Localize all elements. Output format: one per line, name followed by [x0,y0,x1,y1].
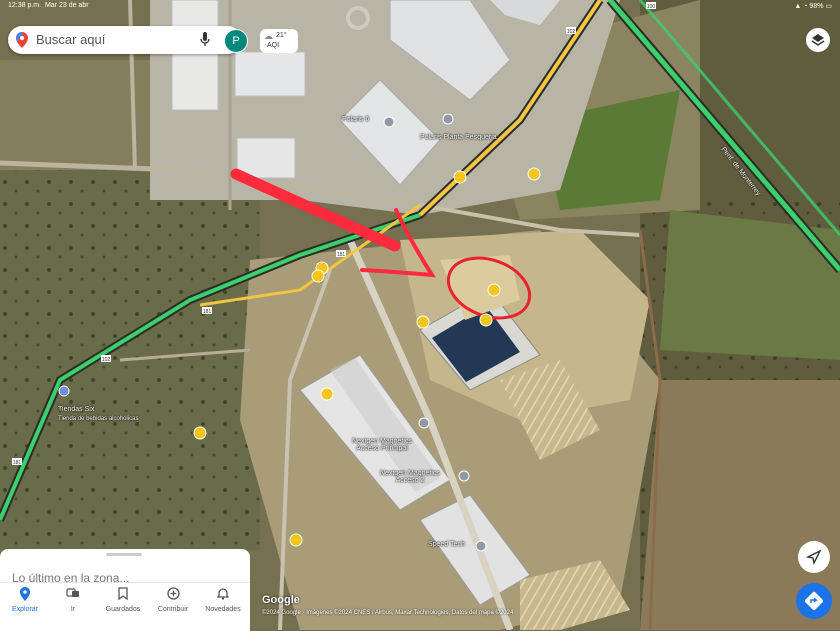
avatar[interactable]: P [224,29,248,53]
search-input[interactable]: Buscar aquí [36,32,105,47]
bookmark-icon [98,587,148,603]
cloud-icon: ☁ [264,31,273,41]
road-shield: 181 [337,252,346,258]
commute-icon [48,587,98,603]
map-label-speedtech[interactable]: Speed Tech [428,541,465,548]
sheet-handle[interactable] [106,553,142,556]
road-shield: 102 [567,29,576,35]
directions-icon [804,591,824,611]
map-label-nextgen-2[interactable]: Nextgen Magnetics Acceso 2 [380,470,440,484]
google-logo: Google [262,594,300,606]
my-location-button[interactable] [798,541,830,573]
nav-label: Explorar [11,606,39,613]
map-label-polaris6[interactable]: Polaris 6 [342,116,369,123]
nav-label: Ir [70,606,76,613]
navigation-arrow-icon [805,549,822,566]
road-shield: 181 [203,309,212,315]
nav-guardados[interactable]: Guardados [98,587,148,613]
directions-button[interactable] [796,583,832,619]
weather-aqi: AQI [267,42,280,49]
road-shield: 181 [13,460,22,466]
status-time: 12:38 p.m. Mar 23 de abr [8,2,89,9]
search-bar[interactable]: Buscar aquí P [8,26,248,54]
layers-button[interactable] [806,28,830,52]
add-circle-icon [148,587,198,603]
map-label-nextgen-principal[interactable]: Nextgen Magnetics Acceso Principal [352,438,412,452]
mic-icon[interactable] [200,32,210,52]
map-label-tiendas[interactable]: Tiendas Six [58,406,94,413]
maps-pin-icon [16,32,28,53]
bottom-nav: Explorar Ir Guardados Contribuir Novedad… [0,582,250,631]
nav-label: Novedades [205,606,241,613]
bell-icon [198,587,248,603]
map-attribution[interactable]: ©2024 Google · Imágenes ©2024 CNES / Air… [262,610,513,616]
nav-novedades[interactable]: Novedades [198,587,248,613]
nav-label: Guardados [105,606,141,613]
road-shield: 102 [102,357,111,363]
nav-label: Contribuir [157,606,189,613]
map-label-polaris-planta[interactable]: Polaris Planta Pesqueria [420,134,497,141]
nav-contribuir[interactable]: Contribuir [148,587,198,613]
nav-explorar[interactable]: Explorar [0,587,50,613]
nav-ir[interactable]: Ir [48,587,98,613]
map-label-tiendas-sub: Tienda de bebidas alcohólicas [58,416,139,422]
status-battery: ▲ ◔ 98% ▭ [794,3,832,10]
status-bar: 12:38 p.m. Mar 23 de abr ▲ ◔ 98% ▭ [0,0,840,12]
weather-temperature: 21° [276,32,287,39]
weather-chip[interactable]: ☁ 21° AQI [260,29,298,53]
satellite-map[interactable]: 100 102 181 181 102 181 [0,0,840,630]
layers-icon [811,34,825,46]
location-pin-icon [0,587,50,603]
